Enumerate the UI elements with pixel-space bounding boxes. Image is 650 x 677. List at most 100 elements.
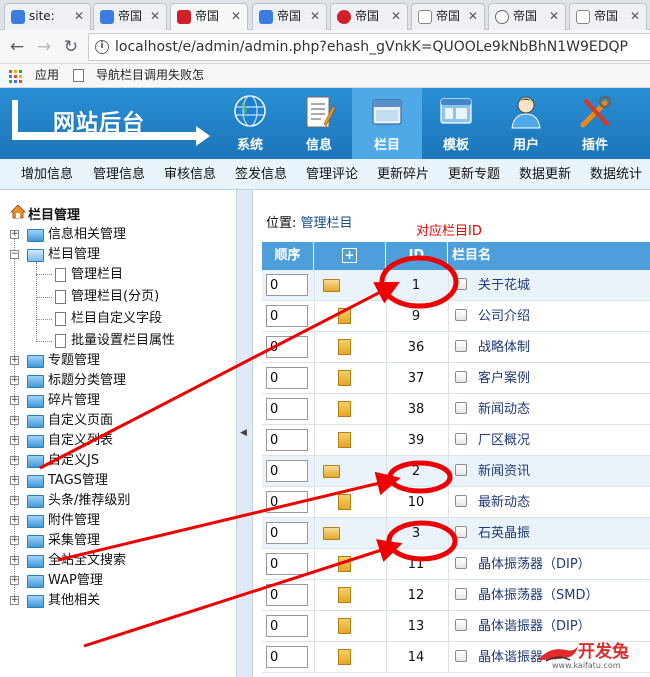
order-input[interactable] (266, 553, 308, 575)
tree-item-attachments[interactable]: + 附件管理 (0, 511, 236, 531)
browser-tab[interactable]: site: ✕ (4, 3, 91, 30)
order-input[interactable] (266, 398, 308, 420)
column-expand[interactable]: + (314, 242, 386, 270)
category-name-link[interactable]: 关于花城 (478, 270, 530, 301)
table-row[interactable]: 3 石英晶振 (262, 518, 650, 549)
tree-child-manage-category-paged[interactable]: 管理栏目(分页) (0, 287, 236, 307)
row-checkbox[interactable] (455, 650, 467, 662)
tree-item-fragments[interactable]: + 碎片管理 (0, 391, 236, 411)
nav-template[interactable]: 模板 (421, 88, 491, 159)
expand-icon[interactable]: + (10, 456, 19, 465)
tree-item-headline[interactable]: + 头条/推荐级别 (0, 491, 236, 511)
nav-user[interactable]: 用户 (491, 88, 561, 159)
reload-icon[interactable]: ↻ (60, 36, 82, 58)
table-row[interactable]: 12 晶体振荡器（SMD） (262, 580, 650, 611)
browser-tab-active[interactable]: 帝国 ✕ (170, 3, 248, 30)
table-row[interactable]: 1 关于花城 (262, 270, 650, 301)
address-bar[interactable]: i localhost/e/admin/admin.php?ehash_gVnk… (88, 33, 650, 61)
order-input[interactable] (266, 336, 308, 358)
category-name-link[interactable]: 最新动态 (478, 487, 530, 518)
expand-icon[interactable]: + (10, 396, 19, 405)
nav-info[interactable]: 信息 (284, 88, 354, 159)
row-checkbox[interactable] (455, 402, 467, 414)
order-input[interactable] (266, 615, 308, 637)
tree-child-custom-fields[interactable]: 栏目自定义字段 (0, 309, 236, 329)
tree-child-batch-attributes[interactable]: 批量设置栏目属性 (0, 331, 236, 351)
expand-icon[interactable]: + (10, 416, 19, 425)
expand-icon[interactable]: + (10, 576, 19, 585)
info-icon[interactable]: i (95, 40, 109, 54)
row-checkbox[interactable] (455, 619, 467, 631)
tree-child-manage-category[interactable]: 管理栏目 (0, 265, 236, 285)
bookmark-apps[interactable]: 应用 (35, 64, 59, 87)
subnav-update-fragments[interactable]: 更新碎片 (377, 159, 429, 190)
tree-item-custom-list[interactable]: + 自定义列表 (0, 431, 236, 451)
tree-item-category[interactable]: − 栏目管理 (0, 245, 236, 265)
expand-icon[interactable]: + (10, 436, 19, 445)
close-icon[interactable]: ✕ (150, 4, 160, 29)
forward-arrow-icon[interactable]: → (33, 36, 55, 58)
close-icon[interactable]: ✕ (468, 4, 478, 29)
category-name-link[interactable]: 石英晶振 (478, 518, 530, 549)
subnav-sign-info[interactable]: 签发信息 (235, 159, 287, 190)
tree-item-custom-js[interactable]: + 自定义JS (0, 451, 236, 471)
row-checkbox[interactable] (455, 464, 467, 476)
page-icon[interactable] (338, 432, 351, 448)
subnav-manage-comments[interactable]: 管理评论 (306, 159, 358, 190)
order-input[interactable] (266, 460, 308, 482)
tree-item-collect[interactable]: + 采集管理 (0, 531, 236, 551)
row-checkbox[interactable] (455, 433, 467, 445)
close-icon[interactable]: ✕ (231, 4, 241, 29)
row-checkbox[interactable] (455, 371, 467, 383)
page-icon[interactable] (338, 618, 351, 634)
page-icon[interactable] (338, 587, 351, 603)
page-icon[interactable] (338, 308, 351, 324)
close-icon[interactable]: ✕ (74, 4, 84, 29)
subnav-add-info[interactable]: 增加信息 (21, 159, 73, 190)
tree-item-info[interactable]: + 信息相关管理 (0, 225, 236, 245)
category-name-link[interactable]: 新闻动态 (478, 394, 530, 425)
table-row[interactable]: 36 战略体制 (262, 332, 650, 363)
order-input[interactable] (266, 367, 308, 389)
order-input[interactable] (266, 522, 308, 544)
category-name-link[interactable]: 厂区概况 (478, 425, 530, 456)
page-icon[interactable] (338, 649, 351, 665)
table-row[interactable]: 39 厂区概况 (262, 425, 650, 456)
category-name-link[interactable]: 新闻资讯 (478, 456, 530, 487)
row-checkbox[interactable] (455, 278, 467, 290)
panel-splitter[interactable]: ◀ (236, 190, 253, 677)
subnav-review-info[interactable]: 审核信息 (164, 159, 216, 190)
bookmark-item[interactable]: 导航栏目调用失败怎 (96, 64, 204, 87)
subnav-data-stats[interactable]: 数据统计 (590, 159, 642, 190)
expand-icon[interactable]: + (10, 496, 19, 505)
browser-tab[interactable]: 帝国 ✕ (488, 3, 566, 30)
close-icon[interactable]: ✕ (391, 4, 401, 29)
tree-item-wap[interactable]: + WAP管理 (0, 571, 236, 591)
order-input[interactable] (266, 646, 308, 668)
category-name-link[interactable]: 客户案例 (478, 363, 530, 394)
category-name-link[interactable]: 战略体制 (478, 332, 530, 363)
page-icon[interactable] (338, 401, 351, 417)
url-text[interactable]: localhost/e/admin/admin.php?ehash_gVnkK=… (115, 34, 628, 61)
row-checkbox[interactable] (455, 495, 467, 507)
tree-item-title-class[interactable]: + 标题分类管理 (0, 371, 236, 391)
browser-tab[interactable]: 帝国 ✕ (330, 3, 408, 30)
row-checkbox[interactable] (455, 526, 467, 538)
table-row[interactable]: 37 客户案例 (262, 363, 650, 394)
apps-grid-icon[interactable] (9, 70, 22, 83)
breadcrumb-link[interactable]: 管理栏目 (301, 216, 353, 231)
expand-icon[interactable]: + (10, 356, 19, 365)
page-icon[interactable] (338, 370, 351, 386)
subnav-data-update[interactable]: 数据更新 (519, 159, 571, 190)
nav-system[interactable]: 系统 (215, 88, 285, 159)
row-checkbox[interactable] (455, 557, 467, 569)
category-name-link[interactable]: 晶体振荡器（SMD） (478, 580, 598, 611)
tree-item-fulltext-search[interactable]: + 全站全文搜索 (0, 551, 236, 571)
close-icon[interactable]: ✕ (549, 4, 559, 29)
back-arrow-icon[interactable]: ← (6, 36, 28, 58)
close-icon[interactable]: ✕ (630, 4, 640, 29)
order-input[interactable] (266, 305, 308, 327)
expand-icon[interactable]: + (10, 376, 19, 385)
collapse-icon[interactable]: − (10, 250, 19, 259)
expand-icon[interactable]: + (10, 516, 19, 525)
